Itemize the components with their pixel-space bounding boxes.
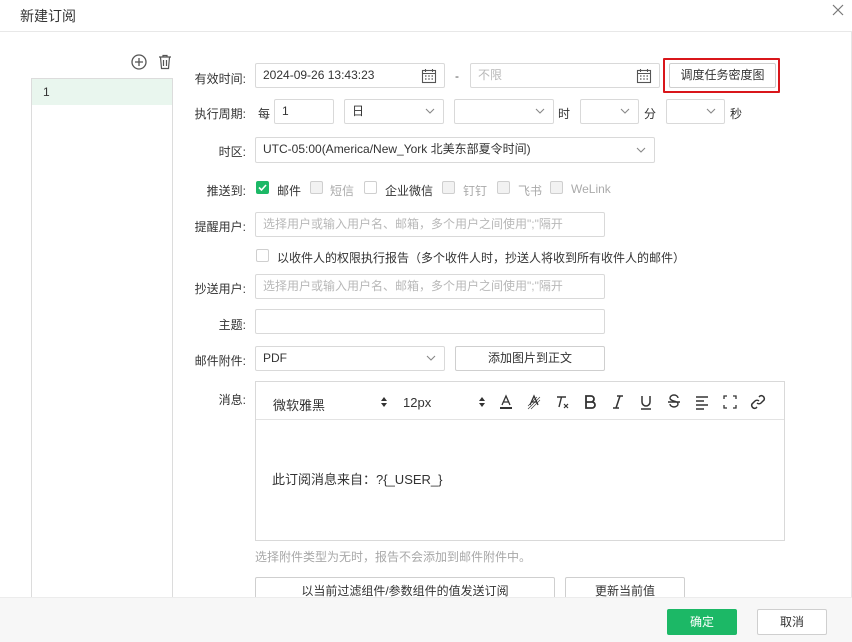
font-family-select[interactable]: 微软雅黑 bbox=[273, 395, 325, 414]
start-time-value: 2024-09-26 13:43:23 bbox=[263, 68, 375, 82]
end-time-placeholder: 不限 bbox=[478, 68, 503, 82]
strikethrough-icon[interactable] bbox=[666, 394, 682, 410]
sms-checkbox[interactable] bbox=[310, 181, 323, 194]
new-subscription-dialog: 新建订阅 1 有效时间: 2024-09-26 13:43:23 - 不限 调度… bbox=[0, 0, 852, 642]
period-count-input[interactable]: 1 bbox=[274, 99, 334, 124]
message-editor: 微软雅黑 12px 此订阅消息来自：?{_USER_} bbox=[255, 381, 785, 541]
range-separator: - bbox=[455, 69, 459, 83]
link-icon[interactable] bbox=[750, 394, 766, 410]
second-select[interactable] bbox=[666, 99, 725, 124]
cc-user-label: 抄送用户: bbox=[194, 282, 246, 296]
confirm-button[interactable]: 确定 bbox=[667, 609, 737, 635]
highlight-color-icon[interactable] bbox=[526, 394, 542, 410]
hour-label: 时 bbox=[558, 107, 571, 121]
second-label: 秒 bbox=[730, 107, 743, 121]
dialog-title: 新建订阅 bbox=[20, 8, 76, 24]
period-unit-select[interactable]: 日 bbox=[344, 99, 444, 124]
start-time-input[interactable]: 2024-09-26 13:43:23 bbox=[255, 63, 445, 88]
header-divider bbox=[0, 31, 852, 32]
spinner-icon[interactable] bbox=[380, 396, 388, 408]
timezone-value: UTC-05:00(America/New_York 北美东部夏令时间) bbox=[263, 142, 531, 156]
hour-select[interactable] bbox=[454, 99, 554, 124]
dingtalk-option-label: 钉钉 bbox=[463, 184, 488, 198]
clear-format-icon[interactable] bbox=[554, 394, 570, 410]
attachment-select[interactable]: PDF bbox=[255, 346, 445, 371]
chevron-down-icon bbox=[535, 108, 545, 114]
minute-select[interactable] bbox=[580, 99, 639, 124]
sms-option-label: 短信 bbox=[330, 184, 355, 198]
calendar-icon[interactable] bbox=[636, 68, 652, 87]
close-icon[interactable] bbox=[830, 4, 846, 20]
wecom-checkbox[interactable] bbox=[364, 181, 377, 194]
chevron-down-icon bbox=[620, 108, 630, 114]
remind-user-input[interactable]: 选择用户或输入用户名、邮箱，多个用户之间使用";"隔开 bbox=[255, 212, 605, 237]
timezone-select[interactable]: UTC-05:00(America/New_York 北美东部夏令时间) bbox=[255, 137, 655, 163]
every-label: 每 bbox=[258, 107, 271, 121]
dingtalk-checkbox[interactable] bbox=[442, 181, 455, 194]
chevron-down-icon bbox=[425, 108, 435, 114]
subscription-list: 1 bbox=[31, 78, 173, 598]
fullscreen-icon[interactable] bbox=[722, 394, 738, 410]
dialog-footer: 确定 取消 bbox=[0, 597, 852, 642]
bold-icon[interactable] bbox=[582, 394, 598, 410]
delete-icon[interactable] bbox=[156, 53, 174, 71]
email-option-label: 邮件 bbox=[277, 184, 302, 198]
add-image-button[interactable]: 添加图片到正文 bbox=[455, 346, 605, 371]
end-time-input[interactable]: 不限 bbox=[470, 63, 660, 88]
spinner-icon[interactable] bbox=[478, 396, 486, 408]
align-icon[interactable] bbox=[694, 394, 710, 410]
italic-icon[interactable] bbox=[610, 394, 626, 410]
email-checkbox[interactable] bbox=[256, 181, 269, 194]
permission-option-label: 以收件人的权限执行报告（多个收件人时，抄送人将收到所有收件人的邮件） bbox=[277, 251, 686, 265]
check-icon bbox=[258, 184, 267, 192]
valid-time-label: 有效时间: bbox=[194, 72, 246, 86]
welink-checkbox[interactable] bbox=[550, 181, 563, 194]
attachment-value: PDF bbox=[263, 351, 287, 365]
minute-label: 分 bbox=[644, 107, 657, 121]
wecom-option-label: 企业微信 bbox=[385, 184, 434, 198]
period-unit-value: 日 bbox=[352, 104, 365, 118]
message-body[interactable]: 此订阅消息来自：?{_USER_} bbox=[272, 469, 443, 488]
timezone-label: 时区: bbox=[218, 145, 246, 159]
font-color-icon[interactable] bbox=[498, 394, 514, 410]
feishu-option-label: 飞书 bbox=[518, 184, 543, 198]
welink-option-label: WeLink bbox=[571, 182, 611, 196]
schedule-density-button[interactable]: 调度任务密度图 bbox=[669, 63, 776, 88]
calendar-icon[interactable] bbox=[421, 68, 437, 87]
list-item[interactable]: 1 bbox=[32, 79, 172, 105]
remind-user-label: 提醒用户: bbox=[194, 220, 246, 234]
permission-checkbox[interactable] bbox=[256, 249, 269, 262]
period-label: 执行周期: bbox=[194, 107, 246, 121]
font-size-select[interactable]: 12px bbox=[403, 395, 431, 410]
editor-toolbar: 微软雅黑 12px bbox=[256, 382, 784, 420]
subject-input[interactable] bbox=[255, 309, 605, 334]
add-icon[interactable] bbox=[130, 53, 148, 71]
underline-icon[interactable] bbox=[638, 394, 654, 410]
cc-user-input[interactable]: 选择用户或输入用户名、邮箱，多个用户之间使用";"隔开 bbox=[255, 274, 605, 299]
attachment-hint: 选择附件类型为无时，报告不会添加到邮件附件中。 bbox=[255, 550, 532, 564]
message-label: 消息: bbox=[218, 393, 246, 407]
subject-label: 主题: bbox=[218, 318, 246, 332]
chevron-down-icon bbox=[426, 355, 436, 361]
attachment-label: 邮件附件: bbox=[194, 354, 246, 368]
push-to-label: 推送到: bbox=[206, 184, 246, 198]
feishu-checkbox[interactable] bbox=[497, 181, 510, 194]
chevron-down-icon bbox=[706, 108, 716, 114]
chevron-down-icon bbox=[636, 147, 646, 153]
cancel-button[interactable]: 取消 bbox=[757, 609, 827, 635]
